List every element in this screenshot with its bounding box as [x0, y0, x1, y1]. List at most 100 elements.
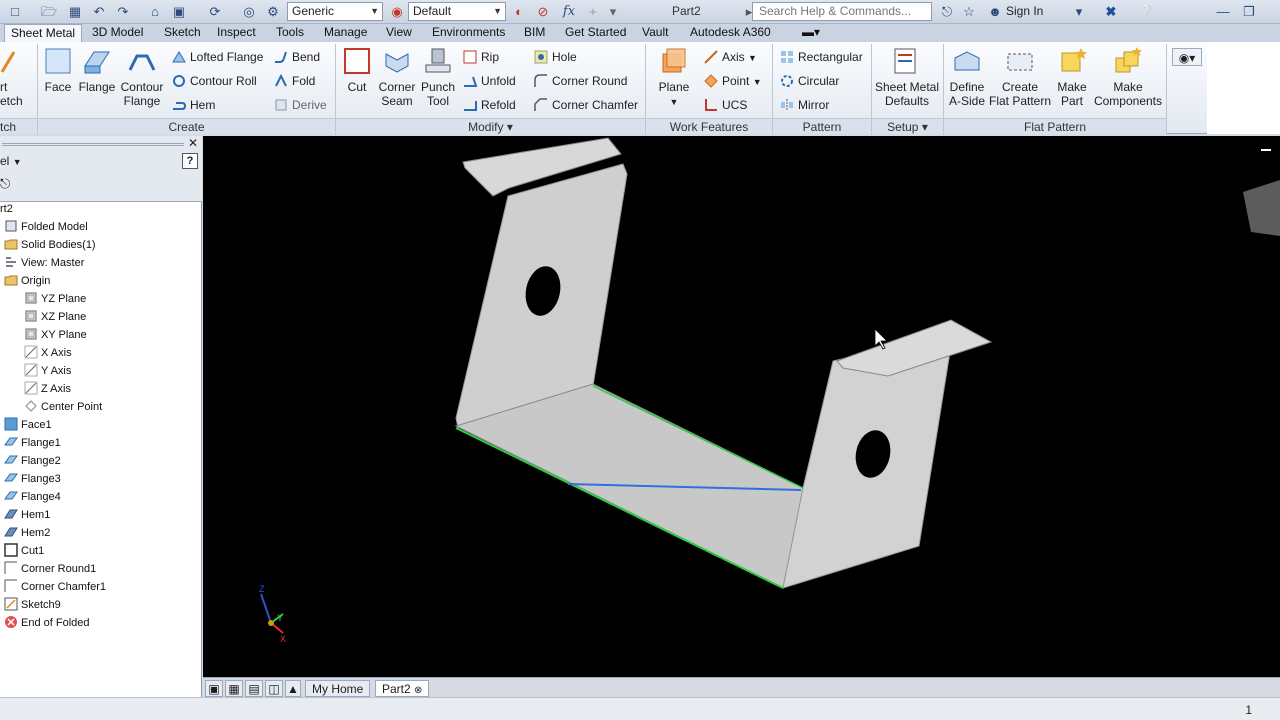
columns-icon[interactable]: ◫ — [265, 680, 283, 697]
settings-icon[interactable]: ⚙ — [264, 3, 282, 21]
star-icon[interactable]: ☆ — [960, 3, 978, 21]
unfold-button[interactable]: Unfold — [463, 72, 516, 90]
tree-item-flange4[interactable]: Flange4 — [4, 488, 61, 506]
bend-button[interactable]: Bend — [274, 48, 320, 66]
lofted-flange-button[interactable]: Lofted Flange — [172, 48, 263, 66]
tile-icon[interactable]: ▣ — [205, 680, 223, 697]
ribbon-options-button[interactable]: ◉▾ — [1172, 48, 1202, 66]
tree-item-z-axis[interactable]: Z Axis — [24, 380, 71, 398]
view-cube-icon[interactable] — [1243, 180, 1280, 236]
tree-item-hem2[interactable]: Hem2 — [4, 524, 50, 542]
tab-my-home[interactable]: My Home — [305, 680, 371, 697]
tab-autodesk-a360[interactable]: Autodesk A360 — [684, 24, 777, 42]
video-icon[interactable]: ▬▾ — [796, 24, 826, 42]
rip-button[interactable]: Rip — [463, 48, 499, 66]
tab-sheet-metal[interactable]: Sheet Metal — [4, 24, 83, 42]
select-icon[interactable]: ◎ — [240, 3, 258, 21]
parameters-button[interactable]: fx — [560, 3, 578, 21]
tree-item-x-axis[interactable]: X Axis — [24, 344, 72, 362]
grid-icon[interactable]: ▦ — [225, 680, 243, 697]
make-components-button[interactable]: Make Components — [1092, 46, 1164, 108]
tree-item-cut1[interactable]: Cut1 — [4, 542, 44, 560]
fold-button[interactable]: Fold — [274, 72, 315, 90]
tree-item-flange3[interactable]: Flange3 — [4, 470, 61, 488]
tree-item-corner-round1[interactable]: Corner Round1 — [4, 560, 96, 578]
project-icon[interactable]: ▣ — [170, 3, 188, 21]
tree-item-sketch9[interactable]: Sketch9 — [4, 596, 61, 614]
tree-item-y-axis[interactable]: Y Axis — [24, 362, 71, 380]
clear-icon[interactable]: ⊘ — [534, 3, 552, 21]
tree-item-yz-plane[interactable]: YZ Plane — [24, 290, 86, 308]
mirror-button[interactable]: Mirror — [780, 96, 829, 114]
ucs-button[interactable]: UCS — [704, 96, 747, 114]
grip-bar[interactable] — [2, 143, 184, 146]
corner-seam-button[interactable]: Corner Seam — [376, 46, 418, 108]
make-part-button[interactable]: Make Part — [1052, 46, 1092, 108]
tree-item-flange1[interactable]: Flange1 — [4, 434, 61, 452]
tree-item-solid-bodies-1[interactable]: Solid Bodies(1) — [4, 236, 96, 254]
sheet-metal-part[interactable]: Z Y X — [203, 136, 1280, 677]
tree-item-end-of-folded[interactable]: End of Folded — [4, 614, 90, 632]
open-icon[interactable]: 🗁 — [40, 3, 58, 21]
create-flat-pattern-button[interactable]: Create Flat Pattern — [988, 46, 1052, 108]
user-icon[interactable]: ☻ — [986, 3, 1004, 21]
tab-view[interactable]: View — [380, 24, 418, 42]
viewport-minimize-icon[interactable] — [1261, 149, 1271, 151]
plane-button[interactable]: Plane ▼ — [654, 46, 694, 109]
help-search-input[interactable]: Search Help & Commands... — [752, 2, 932, 21]
group-label-modify[interactable]: Modify ▾ — [336, 118, 645, 134]
face-button[interactable]: Face — [42, 46, 74, 94]
tab-manage[interactable]: Manage — [318, 24, 373, 42]
rectangular-pattern-button[interactable]: Rectangular — [780, 48, 863, 66]
define-a-side-button[interactable]: Define A-Side — [946, 46, 988, 108]
corner-round-button[interactable]: Corner Round — [534, 72, 627, 90]
tree-item-origin[interactable]: Origin — [4, 272, 50, 290]
restore-icon[interactable]: ❐ — [1240, 3, 1258, 21]
axis-button[interactable]: Axis ▼ — [704, 48, 757, 66]
plus-icon[interactable]: + — [584, 3, 602, 21]
sign-in-button[interactable]: Sign In — [1006, 4, 1043, 18]
hole-button[interactable]: Hole — [534, 48, 577, 66]
tab-get-started[interactable]: Get Started — [559, 24, 632, 42]
close-icon[interactable]: ✕ — [188, 136, 198, 150]
new-icon[interactable]: □ — [6, 3, 24, 21]
derive-button[interactable]: Derive — [274, 96, 327, 114]
customize-icon[interactable]: ▾ — [604, 3, 622, 21]
update-icon[interactable]: ⟳ — [206, 3, 224, 21]
close-icon[interactable]: ⊗ — [414, 685, 422, 696]
tab-inspect[interactable]: Inspect — [211, 24, 262, 42]
corner-chamfer-button[interactable]: Corner Chamfer — [534, 96, 638, 114]
home-icon[interactable]: ⌂ — [146, 3, 164, 21]
save-icon[interactable]: ▦ — [66, 3, 84, 21]
chevron-up-icon[interactable]: ▲ — [285, 680, 301, 697]
browser-title[interactable]: el ▼ — [0, 154, 22, 168]
adjust-icon[interactable]: ◐ — [510, 3, 528, 21]
sheet-metal-defaults-button[interactable]: Sheet Metal Defaults — [873, 46, 941, 108]
tree-item-xz-plane[interactable]: XZ Plane — [24, 308, 86, 326]
binoculars-icon[interactable]: ⎋ — [938, 3, 956, 21]
hem-button[interactable]: Hem — [172, 96, 215, 114]
material-select[interactable]: Generic ▼ — [287, 2, 383, 21]
binoculars-icon[interactable]: ⎋ — [0, 176, 10, 192]
tab-bim[interactable]: BIM — [518, 24, 551, 42]
appearance-select[interactable]: Default ▼ — [408, 2, 506, 21]
refold-button[interactable]: Refold — [463, 96, 516, 114]
tab-tools[interactable]: Tools — [270, 24, 310, 42]
group-label-setup[interactable]: Setup ▾ — [872, 118, 943, 134]
minimize-icon[interactable]: — — [1214, 3, 1232, 21]
tree-item-flange2[interactable]: Flange2 — [4, 452, 61, 470]
circular-pattern-button[interactable]: Circular — [780, 72, 839, 90]
tree-item-hem1[interactable]: Hem1 — [4, 506, 50, 524]
graphics-viewport[interactable]: Z Y X — [203, 136, 1280, 677]
cut-button[interactable]: Cut — [340, 46, 374, 94]
redo-icon[interactable]: ↷ — [114, 3, 132, 21]
tab-vault[interactable]: Vault — [636, 24, 674, 42]
undo-icon[interactable]: ↶ — [90, 3, 108, 21]
tree-item-corner-chamfer1[interactable]: Corner Chamfer1 — [4, 578, 106, 596]
punch-tool-button[interactable]: Punch Tool — [418, 46, 458, 108]
point-button[interactable]: Point ▼ — [704, 72, 762, 90]
tab-sketch[interactable]: Sketch — [158, 24, 207, 42]
start-sketch-button[interactable]: rt etch — [0, 46, 30, 108]
tree-root[interactable]: rt2 — [0, 200, 13, 218]
tree-item-view-master[interactable]: View: Master — [4, 254, 84, 272]
